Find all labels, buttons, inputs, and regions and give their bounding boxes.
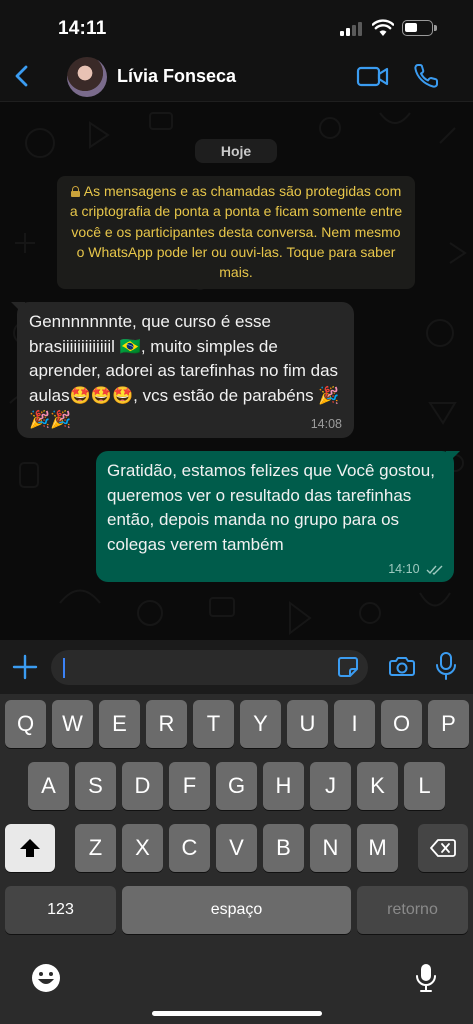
key-j[interactable]: J	[310, 762, 351, 810]
cellular-signal-icon	[340, 22, 366, 36]
dictation-microphone-icon[interactable]	[414, 962, 438, 994]
backspace-key[interactable]	[418, 824, 468, 872]
back-chevron-icon[interactable]	[10, 62, 36, 90]
encryption-notice-text: As mensagens e as chamadas são protegida…	[69, 183, 403, 281]
key-m[interactable]: M	[357, 824, 398, 872]
message-time: 14:10	[388, 562, 420, 576]
key-u[interactable]: U	[287, 700, 328, 748]
shift-icon	[20, 839, 40, 857]
message-text: Gennnnnnnte, que curso é esse brasiiiiii…	[29, 312, 340, 429]
outgoing-message[interactable]: Gratidão, estamos felizes que Você gosto…	[96, 451, 454, 582]
key-h[interactable]: H	[263, 762, 304, 810]
key-d[interactable]: D	[122, 762, 163, 810]
key-p[interactable]: P	[428, 700, 469, 748]
key-r[interactable]: R	[146, 700, 187, 748]
camera-icon[interactable]	[389, 655, 415, 677]
key-x[interactable]: X	[122, 824, 163, 872]
status-time: 14:11	[58, 18, 107, 39]
contact-name[interactable]: Lívia Fonseca	[117, 66, 236, 87]
key-f[interactable]: F	[169, 762, 210, 810]
status-bar: 14:11	[0, 0, 473, 52]
space-key[interactable]: espaço	[122, 886, 351, 934]
read-ticks-icon	[426, 565, 443, 575]
key-w[interactable]: W	[52, 700, 93, 748]
key-l[interactable]: L	[404, 762, 445, 810]
key-t[interactable]: T	[193, 700, 234, 748]
message-time: 14:08	[310, 417, 342, 431]
home-indicator	[152, 1011, 322, 1016]
key-y[interactable]: Y	[240, 700, 281, 748]
key-s[interactable]: S	[75, 762, 116, 810]
lock-icon	[70, 186, 80, 197]
key-e[interactable]: E	[99, 700, 140, 748]
battery-icon	[402, 20, 437, 36]
key-i[interactable]: I	[334, 700, 375, 748]
encryption-notice[interactable]: As mensagens e as chamadas são protegida…	[57, 176, 415, 289]
numbers-key[interactable]: 123	[5, 886, 116, 934]
date-separator: Hoje	[195, 139, 277, 163]
message-text: Gratidão, estamos felizes que Você gosto…	[107, 461, 435, 554]
shift-key[interactable]	[5, 824, 55, 872]
video-call-icon[interactable]	[356, 64, 390, 90]
key-n[interactable]: N	[310, 824, 351, 872]
message-composer	[0, 640, 473, 694]
contact-avatar[interactable]	[67, 57, 107, 97]
key-a[interactable]: A	[28, 762, 69, 810]
message-input[interactable]	[51, 650, 368, 685]
key-k[interactable]: K	[357, 762, 398, 810]
sticker-icon[interactable]	[337, 656, 359, 678]
key-v[interactable]: V	[216, 824, 257, 872]
key-o[interactable]: O	[381, 700, 422, 748]
wifi-icon	[372, 19, 394, 36]
key-g[interactable]: G	[216, 762, 257, 810]
keyboard: QWERTYUIOP ASDFGHJKL ZXCVBNM 123 espaço …	[0, 694, 473, 1024]
emoji-icon[interactable]	[30, 962, 62, 994]
return-key[interactable]: retorno	[357, 886, 468, 934]
key-c[interactable]: C	[169, 824, 210, 872]
key-b[interactable]: B	[263, 824, 304, 872]
chat-header: Lívia Fonseca	[0, 52, 473, 102]
microphone-icon[interactable]	[435, 651, 457, 681]
text-caret	[63, 658, 65, 678]
chat-area[interactable]: Hoje As mensagens e as chamadas são prot…	[0, 103, 473, 640]
key-q[interactable]: Q	[5, 700, 46, 748]
plus-icon[interactable]	[12, 654, 38, 680]
phone-call-icon[interactable]	[412, 62, 440, 90]
key-z[interactable]: Z	[75, 824, 116, 872]
backspace-icon	[430, 839, 456, 857]
message-meta: 14:10	[388, 562, 444, 576]
incoming-message[interactable]: Gennnnnnnte, que curso é esse brasiiiiii…	[17, 302, 354, 438]
